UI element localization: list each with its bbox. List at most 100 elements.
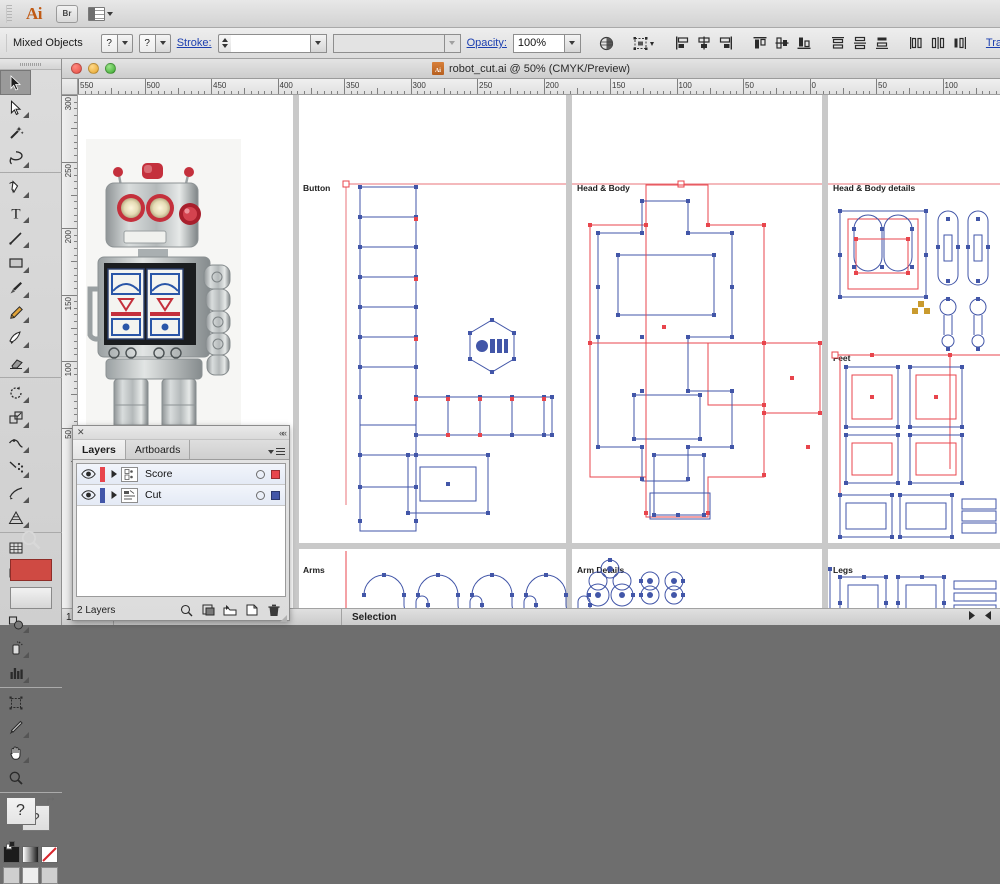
layer-visibility-icon[interactable] [77,490,99,500]
fill-swatch[interactable]: ? [101,34,118,53]
stroke-panel-link[interactable]: Stroke: [177,37,212,49]
distribute-right-icon[interactable] [952,33,968,53]
expand-triangle-icon[interactable] [108,491,121,499]
layer-selection-indicator[interactable] [271,470,280,479]
stepper-down-icon[interactable] [222,44,228,48]
stroke-profile-input[interactable] [333,34,445,53]
slice-tool[interactable] [0,715,31,740]
collapse-panel-icon[interactable]: «« [279,428,285,438]
stepper-up-icon[interactable] [222,38,228,42]
pen-tool[interactable] [0,175,31,200]
normal-screen-mode-icon[interactable] [3,867,20,884]
align-horizontal-center-icon[interactable] [696,33,712,53]
control-panel-gripper[interactable] [6,34,7,52]
pencil-tool[interactable] [0,300,31,325]
distribute-vertical-center-icon[interactable] [852,33,868,53]
expand-triangle-icon[interactable] [108,470,121,478]
graphic-style-icon[interactable] [599,33,614,53]
rotate-tool[interactable] [0,380,31,405]
fill-stroke-indicator[interactable]: ? ? [6,797,56,841]
white-preview-swatch[interactable] [10,587,52,609]
fill-color-control[interactable]: ? [101,34,133,53]
layer-name[interactable]: Score [138,468,256,480]
line-segment-tool[interactable] [0,225,31,250]
selection-tool[interactable] [0,70,31,95]
make-clipping-mask-icon[interactable] [197,604,219,616]
opacity-input[interactable]: 100% [513,34,565,53]
document-title-bar[interactable]: Ai robot_cut.ai @ 50% (CMYK/Preview) [62,59,1000,79]
fill-dropdown-button[interactable] [118,34,133,53]
full-screen-icon[interactable] [41,867,58,884]
align-vertical-center-icon[interactable] [774,33,790,53]
opacity-panel-link[interactable]: Opacity: [467,37,507,49]
align-right-icon[interactable] [718,33,734,53]
stroke-swatch[interactable]: ? [139,34,156,53]
distribute-horizontal-center-icon[interactable] [930,33,946,53]
symbol-sprayer-tool[interactable] [0,635,31,660]
close-icon[interactable]: ✕ [77,428,85,437]
swap-fill-stroke-icon[interactable] [47,794,57,804]
tab-artboards[interactable]: Artboards [126,440,191,459]
locate-object-icon[interactable] [175,604,197,617]
layer-target-icon[interactable] [256,491,265,500]
width-tool[interactable] [0,430,31,455]
stroke-color-control[interactable]: ? [139,34,171,53]
eraser-tool[interactable] [0,350,31,375]
paintbrush-tool[interactable] [0,275,31,300]
default-fill-stroke-icon[interactable] [6,839,16,849]
layers-panel[interactable]: ✕ «« Layers Artboards [72,425,290,621]
transform-panel-link[interactable]: Transform [986,37,1000,49]
magic-wand-tool[interactable] [0,120,31,145]
previous-artboard-icon[interactable] [984,611,992,623]
tab-layers[interactable]: Layers [73,440,126,459]
color-preview-swatch[interactable] [10,559,52,581]
resize-grip-icon[interactable] [279,610,288,619]
layer-selection-indicator[interactable] [271,491,280,500]
stroke-weight-input[interactable] [231,34,311,53]
stroke-weight-control[interactable] [218,34,327,53]
none-swatch-icon[interactable] [41,846,58,863]
opacity-dropdown-button[interactable] [565,34,581,53]
zoom-tool-shortcut[interactable] [0,529,62,551]
direct-selection-tool[interactable] [0,95,31,120]
align-bottom-icon[interactable] [796,33,812,53]
lasso-tool[interactable] [0,145,31,170]
zoom-tool[interactable] [0,765,31,790]
layer-visibility-icon[interactable] [77,469,99,479]
layers-list[interactable]: Score Cut [76,463,286,597]
blend-tool[interactable] [0,610,31,635]
stroke-weight-dropdown-button[interactable] [311,34,327,53]
align-top-icon[interactable] [752,33,768,53]
status-text[interactable]: Selection [342,612,968,623]
shape-builder-tool[interactable] [0,455,31,480]
fill-indicator[interactable]: ? [6,797,36,825]
table-row[interactable]: Score [77,464,285,485]
free-transform-tool[interactable] [0,480,31,505]
layers-panel-header[interactable]: ✕ «« [73,426,289,440]
panel-menu-button[interactable] [268,448,285,455]
table-row[interactable]: Cut [77,485,285,506]
create-new-layer-icon[interactable] [241,604,263,616]
horizontal-ruler[interactable]: 55050045040035030025020015010050050100 [78,79,1000,95]
column-graph-tool[interactable] [0,660,31,685]
stroke-profile-dropdown-button[interactable] [445,34,461,53]
workspace-switcher-button[interactable] [88,7,113,21]
next-artboard-icon[interactable] [968,611,976,623]
type-tool[interactable]: T [0,200,31,225]
document-setup-icon[interactable] [632,33,656,53]
blob-brush-tool[interactable] [0,325,31,350]
distribute-bottom-icon[interactable] [874,33,890,53]
create-new-sublayer-icon[interactable] [219,604,241,616]
perspective-grid-tool[interactable] [0,505,31,530]
align-left-icon[interactable] [674,33,690,53]
layer-target-icon[interactable] [256,470,265,479]
rectangle-tool[interactable] [0,250,31,275]
appbar-gripper[interactable] [6,5,12,23]
layer-name[interactable]: Cut [138,489,256,501]
go-to-bridge-button[interactable]: Br [56,5,78,23]
distribute-left-icon[interactable] [908,33,924,53]
artboard-tool[interactable] [0,690,31,715]
opacity-control[interactable]: 100% [513,34,581,53]
scale-tool[interactable] [0,405,31,430]
stroke-dropdown-button[interactable] [156,34,171,53]
